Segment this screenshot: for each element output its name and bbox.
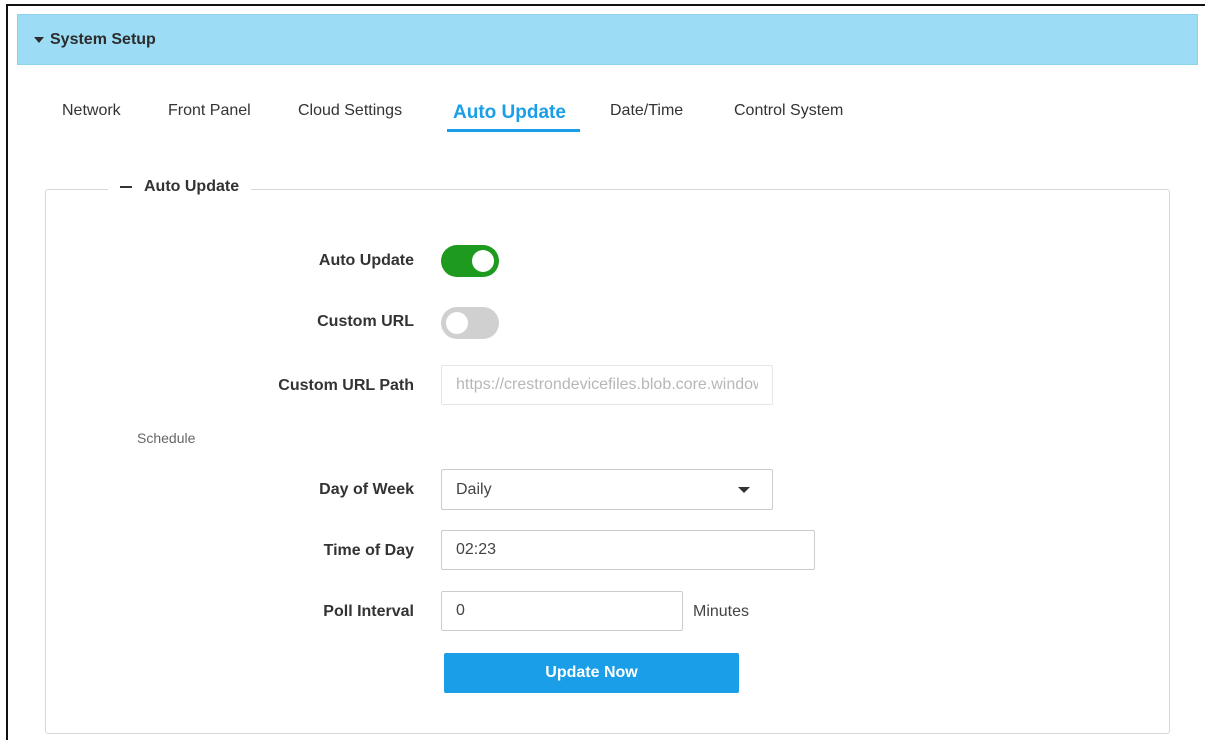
custom-url-toggle[interactable] [441,307,499,339]
minus-icon [120,186,132,188]
time-of-day-label: Time of Day [323,542,414,559]
tab-control-system[interactable]: Control System [734,100,843,122]
system-setup-title: System Setup [50,30,156,48]
time-of-day-input[interactable] [441,530,815,570]
section-title: Auto Update [144,178,240,195]
schedule-heading: Schedule [137,430,196,446]
update-now-button[interactable]: Update Now [444,653,739,693]
auto-update-label: Auto Update [318,252,414,269]
tab-date-time[interactable]: Date/Time [610,100,683,122]
tab-auto-update[interactable]: Auto Update [453,102,566,124]
system-setup-header[interactable]: System Setup [17,14,1198,65]
chevron-down-icon [738,487,750,493]
toggle-knob [446,312,468,334]
auto-update-toggle[interactable] [441,245,499,277]
auto-update-section-toggle[interactable]: Auto Update [108,174,252,200]
poll-interval-units: Minutes [693,603,750,620]
custom-url-path-label: Custom URL Path [278,377,414,394]
day-of-week-label: Day of Week [319,481,414,498]
tab-front-panel[interactable]: Front Panel [168,100,251,122]
day-of-week-value: Daily [456,480,492,498]
tab-network[interactable]: Network [62,100,121,122]
tab-cloud-settings[interactable]: Cloud Settings [298,100,402,122]
active-tab-indicator [447,129,580,132]
custom-url-path-input[interactable] [441,365,773,405]
toggle-knob [472,250,494,272]
custom-url-label: Custom URL [317,313,414,330]
poll-interval-input[interactable] [441,591,683,631]
poll-interval-label: Poll Interval [323,603,414,620]
day-of-week-select[interactable]: Daily [441,469,773,510]
caret-down-icon [34,36,44,43]
